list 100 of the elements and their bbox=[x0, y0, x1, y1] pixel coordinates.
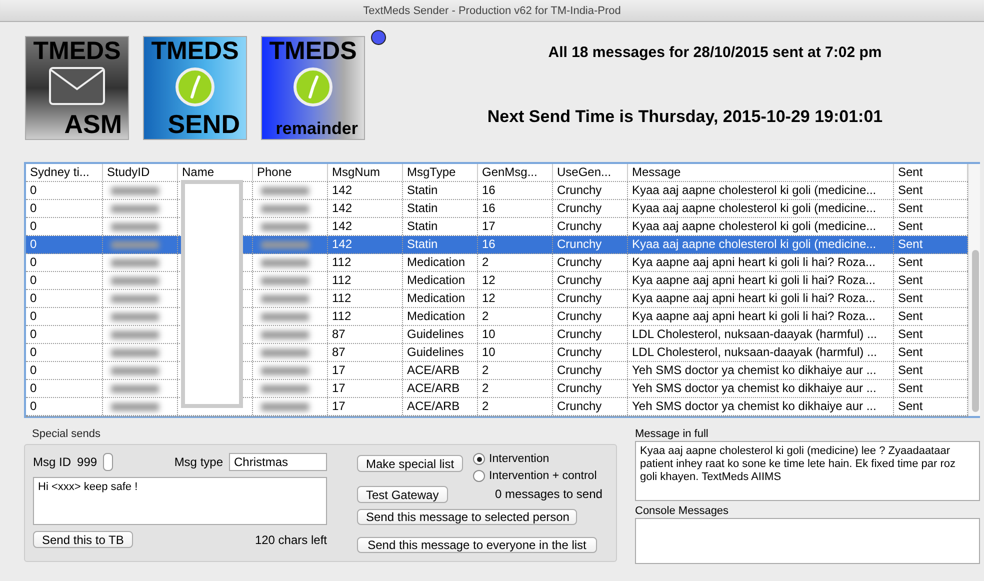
blurred-value bbox=[111, 295, 159, 303]
table-cell: Yeh SMS doctor ya chemist ko dikhaiye aur ... bbox=[628, 398, 894, 415]
table-cell: Crunchy bbox=[553, 398, 628, 415]
blurred-value bbox=[111, 331, 159, 339]
table-cell: Statin bbox=[403, 218, 478, 235]
blurred-value bbox=[111, 277, 159, 285]
table-cell: Crunchy bbox=[553, 218, 628, 235]
table-cell: Yeh SMS doctor ya chemist ko dikhaiye aur ... bbox=[628, 380, 894, 397]
blurred-value bbox=[111, 403, 159, 411]
window-title: TextMeds Sender - Production v62 for TM-India-Prod bbox=[363, 4, 621, 16]
msg-id-label: Msg ID bbox=[33, 455, 72, 469]
table-cell: 0 bbox=[26, 344, 103, 361]
table-cell: 12 bbox=[478, 272, 553, 289]
table-cell: 10 bbox=[478, 344, 553, 361]
stepper-control[interactable] bbox=[103, 453, 114, 471]
blurred-value bbox=[261, 313, 309, 321]
table-cell: Crunchy bbox=[553, 200, 628, 217]
table-cell: Crunchy bbox=[553, 362, 628, 379]
table-cell: Crunchy bbox=[553, 344, 628, 361]
table-cell: 0 bbox=[26, 398, 103, 415]
table-cell: 0 bbox=[26, 362, 103, 379]
table-cell: Statin bbox=[403, 236, 478, 253]
table-cell: 2 bbox=[478, 362, 553, 379]
table-cell: 142 bbox=[328, 236, 403, 253]
blurred-value bbox=[261, 205, 309, 213]
blurred-value bbox=[111, 187, 159, 195]
messages-to-send-text: 0 messages to send bbox=[495, 487, 602, 501]
chars-left-text: 120 chars left bbox=[254, 532, 327, 546]
table-cell: Crunchy bbox=[553, 236, 628, 253]
table-cell: Yeh SMS doctor ya chemist ko dikhaiye aur ... bbox=[628, 362, 894, 379]
table-cell: Kya aapne aaj apni heart ki goli li hai? Roza... bbox=[628, 272, 894, 289]
radio-option[interactable]: Intervention + control bbox=[473, 470, 602, 482]
table-cell: Crunchy bbox=[553, 254, 628, 271]
send-everyone-button[interactable]: Send this message to everyone in the list bbox=[357, 537, 597, 553]
blurred-value bbox=[261, 385, 309, 393]
message-in-full-box: Kyaa aaj aapne cholesterol ki goli (medicine) lee ? Zyaadaataar patient inhey raat ko sone ke time lete hain. Ek fixed time par roz goli khayen. TextMeds AIIMS bbox=[635, 441, 980, 501]
table-cell: ACE/ARB bbox=[403, 362, 478, 379]
scrollbar[interactable] bbox=[968, 164, 980, 416]
test-gateway-button[interactable]: Test Gateway bbox=[357, 486, 448, 503]
table-cell: Kyaa aaj aapne cholesterol ki goli (medicine... bbox=[628, 182, 894, 199]
table-cell: 2 bbox=[478, 398, 553, 415]
table-cell: 17 bbox=[478, 218, 553, 235]
blurred-value bbox=[261, 331, 309, 339]
table-cell: LDL Cholesterol, nuksaan-daayak (harmful) ... bbox=[628, 326, 894, 343]
message-in-full-label: Message in full bbox=[635, 428, 710, 441]
table-cell: Medication bbox=[403, 290, 478, 307]
app-tile[interactable]: TMEDS SEND bbox=[143, 36, 247, 140]
table-cell: Guidelines bbox=[403, 344, 478, 361]
blurred-value bbox=[261, 367, 309, 375]
table-cell: 12 bbox=[478, 290, 553, 307]
message-input[interactable]: Hi <xxx> keep safe ! bbox=[33, 477, 327, 525]
table-cell: Medication bbox=[403, 272, 478, 289]
blurred-value bbox=[261, 403, 309, 411]
msg-type-label: Msg type bbox=[174, 455, 223, 469]
table-cell: 2 bbox=[478, 380, 553, 397]
table-cell: ACE/ARB bbox=[403, 380, 478, 397]
table-cell: 0 bbox=[26, 200, 103, 217]
table-cell: 0 bbox=[26, 308, 103, 325]
blurred-value bbox=[261, 223, 309, 231]
blurred-value bbox=[261, 187, 309, 195]
table-cell: Crunchy bbox=[553, 380, 628, 397]
table-cell: Medication bbox=[403, 254, 478, 271]
table-cell: 0 bbox=[26, 290, 103, 307]
table-cell: 112 bbox=[328, 272, 403, 289]
blurred-value bbox=[261, 277, 309, 285]
status-text: All 18 messages for 28/10/2015 sent at 7:02 pm bbox=[548, 44, 882, 61]
blurred-value bbox=[111, 241, 159, 249]
table-cell: 16 bbox=[478, 182, 553, 199]
table-cell: Kya aapne aaj apni heart ki goli li hai? Roza... bbox=[628, 290, 894, 307]
table-cell: 17 bbox=[328, 362, 403, 379]
app-tile[interactable]: TMEDS ASM bbox=[25, 36, 129, 140]
table-cell: 142 bbox=[328, 182, 403, 199]
table-cell: Guidelines bbox=[403, 326, 478, 343]
table-cell: 16 bbox=[478, 236, 553, 253]
app-tile[interactable]: TMEDS remainder bbox=[261, 36, 365, 140]
table-cell: 17 bbox=[328, 398, 403, 415]
table-cell: Statin bbox=[403, 182, 478, 199]
table-cell: Kya aapne aaj apni heart ki goli li hai? Roza... bbox=[628, 308, 894, 325]
radio-option[interactable]: Intervention bbox=[473, 453, 602, 465]
table-cell: 16 bbox=[478, 200, 553, 217]
send-to-tb-button[interactable]: Send this to TB bbox=[33, 531, 133, 548]
table-cell: Kyaa aaj aapne cholesterol ki goli (medicine... bbox=[628, 236, 894, 253]
table-cell: 0 bbox=[26, 326, 103, 343]
table-cell: Medication bbox=[403, 308, 478, 325]
msg-id-value: 999 bbox=[77, 455, 98, 469]
group-title: Special sends bbox=[31, 428, 102, 442]
msg-type-field[interactable]: Christmas bbox=[229, 453, 327, 471]
table-cell: Crunchy bbox=[553, 182, 628, 199]
table-cell: 112 bbox=[328, 308, 403, 325]
make-list-button[interactable]: Make special list bbox=[357, 455, 464, 472]
table-cell: 2 bbox=[478, 308, 553, 325]
table-cell: 0 bbox=[26, 236, 103, 253]
table-cell: 142 bbox=[328, 218, 403, 235]
blurred-value bbox=[111, 349, 159, 357]
table-cell: 87 bbox=[328, 326, 403, 343]
envelope-icon bbox=[49, 67, 105, 105]
blurred-value bbox=[261, 259, 309, 267]
next-send-text: Next Send Time is Thursday, 2015-10-29 19:01:01 bbox=[487, 107, 883, 127]
send-selected-button[interactable]: Send this message to selected person bbox=[357, 509, 577, 525]
table-row[interactable]: 0 142 Statin 16 Crunchy Kyaa aaj aapne cholesterol ki goli (medicine... Sent bbox=[26, 236, 968, 254]
